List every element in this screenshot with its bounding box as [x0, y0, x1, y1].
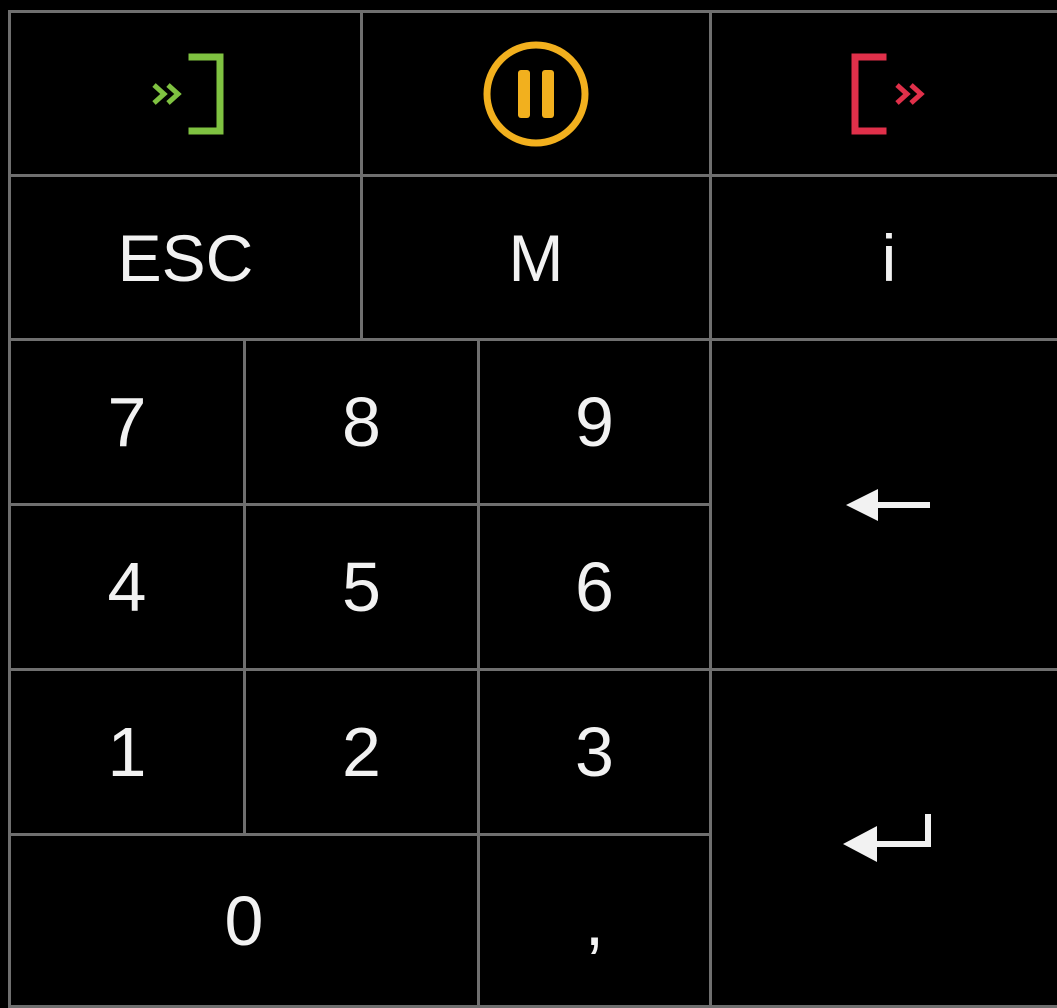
key-1[interactable]: 1	[8, 668, 246, 836]
key-4-label: 4	[107, 548, 147, 626]
key-2[interactable]: 2	[243, 668, 480, 836]
esc-key[interactable]: ESC	[8, 174, 363, 341]
m-key-label: M	[508, 220, 564, 295]
key-0-label: 0	[224, 881, 264, 960]
key-3[interactable]: 3	[477, 668, 712, 836]
key-9-label: 9	[575, 383, 614, 461]
pause-key[interactable]	[360, 10, 712, 177]
login-key[interactable]	[8, 10, 363, 177]
m-key[interactable]: M	[360, 174, 712, 341]
comma-key-label: ,	[584, 881, 605, 960]
key-3-label: 3	[575, 713, 614, 791]
key-5-label: 5	[342, 548, 381, 626]
pause-circle-icon	[481, 39, 591, 149]
sign-in-icon	[136, 49, 236, 139]
key-6-label: 6	[575, 548, 614, 626]
enter-return-icon	[841, 812, 937, 864]
key-4[interactable]: 4	[8, 503, 246, 671]
info-key-label: i	[881, 220, 897, 295]
key-1-label: 1	[107, 713, 147, 791]
key-7[interactable]: 7	[8, 338, 246, 506]
key-9[interactable]: 9	[477, 338, 712, 506]
sign-out-icon	[839, 49, 939, 139]
key-2-label: 2	[342, 713, 381, 791]
logout-key[interactable]	[709, 10, 1057, 177]
enter-key[interactable]	[709, 668, 1057, 1008]
key-6[interactable]: 6	[477, 503, 712, 671]
key-8-label: 8	[342, 383, 381, 461]
key-5[interactable]: 5	[243, 503, 480, 671]
key-7-label: 7	[107, 383, 147, 461]
key-0[interactable]: 0	[8, 833, 480, 1008]
info-key[interactable]: i	[709, 174, 1057, 341]
key-8[interactable]: 8	[243, 338, 480, 506]
keypad: ESC M i 7 8 9 4 5 6 1 2 3 0 ,	[0, 0, 1057, 1008]
esc-key-label: ESC	[117, 220, 254, 295]
backspace-arrow-icon	[844, 485, 934, 525]
comma-key[interactable]: ,	[477, 833, 712, 1008]
backspace-key[interactable]	[709, 338, 1057, 671]
